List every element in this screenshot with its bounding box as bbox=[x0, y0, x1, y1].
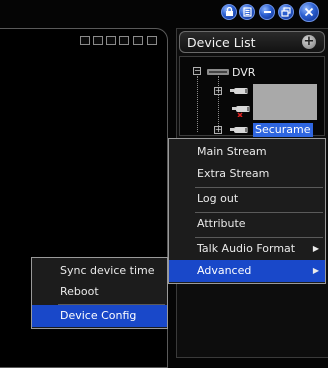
menu-item-extra-stream[interactable]: Extra Stream bbox=[169, 163, 325, 185]
menu-item-sync-device-time[interactable]: Sync device time bbox=[32, 260, 167, 282]
restore-icon[interactable] bbox=[278, 4, 294, 20]
menu-item-talk-audio-format[interactable]: Talk Audio Format ▶ bbox=[169, 238, 325, 260]
menu-item-reboot[interactable]: Reboot bbox=[32, 281, 167, 303]
minimize-icon[interactable] bbox=[259, 4, 275, 20]
menu-item-attribute[interactable]: Attribute bbox=[169, 213, 325, 235]
camera-offline-icon bbox=[232, 106, 250, 117]
plus-icon: + bbox=[303, 34, 315, 49]
menu-item-device-config[interactable]: Device Config bbox=[32, 305, 167, 327]
expand-icon[interactable]: + bbox=[214, 126, 222, 134]
tree-line bbox=[218, 76, 219, 130]
expand-icon[interactable]: + bbox=[214, 87, 222, 95]
lock-icon[interactable] bbox=[221, 4, 237, 20]
tree-root-label[interactable]: DVR bbox=[232, 66, 255, 79]
device-thumbnail bbox=[253, 84, 317, 120]
submenu-arrow-icon: ▶ bbox=[312, 266, 319, 275]
menu-item-advanced[interactable]: Advanced ▶ bbox=[169, 260, 325, 282]
split-layout-icon[interactable] bbox=[80, 36, 90, 45]
list-icon[interactable] bbox=[239, 4, 255, 20]
menu-item-main-stream[interactable]: Main Stream bbox=[169, 141, 325, 163]
menu-item-log-out[interactable]: Log out bbox=[169, 188, 325, 210]
camera-icon bbox=[230, 127, 248, 133]
add-device-button[interactable]: + bbox=[302, 35, 316, 49]
submenu-arrow-icon: ▶ bbox=[312, 244, 319, 253]
split-16-icon[interactable] bbox=[119, 36, 129, 45]
camera-icon bbox=[230, 88, 248, 94]
device-context-menu: Main Stream Extra Stream Log out Attribu… bbox=[168, 138, 326, 284]
collapse-icon[interactable]: − bbox=[193, 67, 201, 75]
advanced-submenu: Sync device time Reboot Device Config bbox=[31, 257, 168, 329]
fullscreen-icon[interactable] bbox=[147, 36, 157, 45]
tree-line bbox=[197, 76, 198, 132]
split-9-icon[interactable] bbox=[106, 36, 116, 45]
dvr-icon bbox=[207, 69, 229, 75]
split-4-icon[interactable] bbox=[93, 36, 103, 45]
selected-device-label[interactable]: Securame bbox=[253, 123, 313, 137]
split-custom-icon[interactable] bbox=[133, 36, 143, 45]
device-list-title: Device List bbox=[187, 35, 256, 50]
close-icon[interactable] bbox=[299, 2, 319, 22]
